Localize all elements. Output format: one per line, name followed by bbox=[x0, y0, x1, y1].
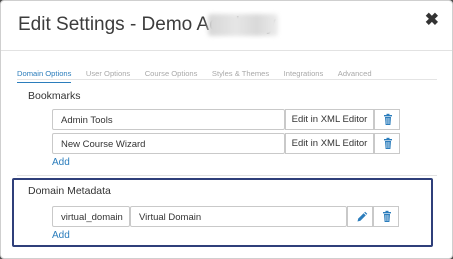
settings-tabs: Domain Options User Options Course Optio… bbox=[17, 63, 437, 83]
tabs-divider bbox=[17, 79, 437, 80]
redacted-text bbox=[208, 14, 278, 36]
bookmark-value-field[interactable]: Admin Tools bbox=[52, 109, 285, 130]
edit-xml-button[interactable]: Edit in XML Editor bbox=[285, 133, 374, 154]
tab-advanced[interactable]: Advanced bbox=[338, 69, 372, 82]
bookmark-value-field[interactable]: New Course Wizard bbox=[52, 133, 285, 154]
close-icon[interactable]: ✖ bbox=[425, 11, 439, 28]
tab-domain-options[interactable]: Domain Options bbox=[17, 69, 72, 83]
modal-header: Edit Settings - Demo Academy ✖ bbox=[1, 1, 452, 51]
bookmarks-heading: Bookmarks bbox=[28, 90, 81, 102]
edit-xml-button[interactable]: Edit in XML Editor bbox=[285, 109, 374, 130]
delete-bookmark-button[interactable] bbox=[374, 109, 400, 130]
tab-integrations[interactable]: Integrations bbox=[284, 69, 324, 82]
delete-bookmark-button[interactable] bbox=[374, 133, 400, 154]
tab-styles-themes[interactable]: Styles & Themes bbox=[212, 69, 269, 82]
trash-icon bbox=[384, 113, 392, 125]
section-divider bbox=[17, 175, 437, 176]
tab-user-options[interactable]: User Options bbox=[86, 69, 130, 82]
tab-course-options[interactable]: Course Options bbox=[145, 69, 198, 82]
add-bookmark-link[interactable]: Add bbox=[52, 157, 70, 168]
trash-icon bbox=[384, 137, 392, 149]
highlight-box bbox=[12, 178, 433, 247]
edit-settings-modal: Edit Settings - Demo Academy ✖ Domain Op… bbox=[0, 0, 453, 259]
